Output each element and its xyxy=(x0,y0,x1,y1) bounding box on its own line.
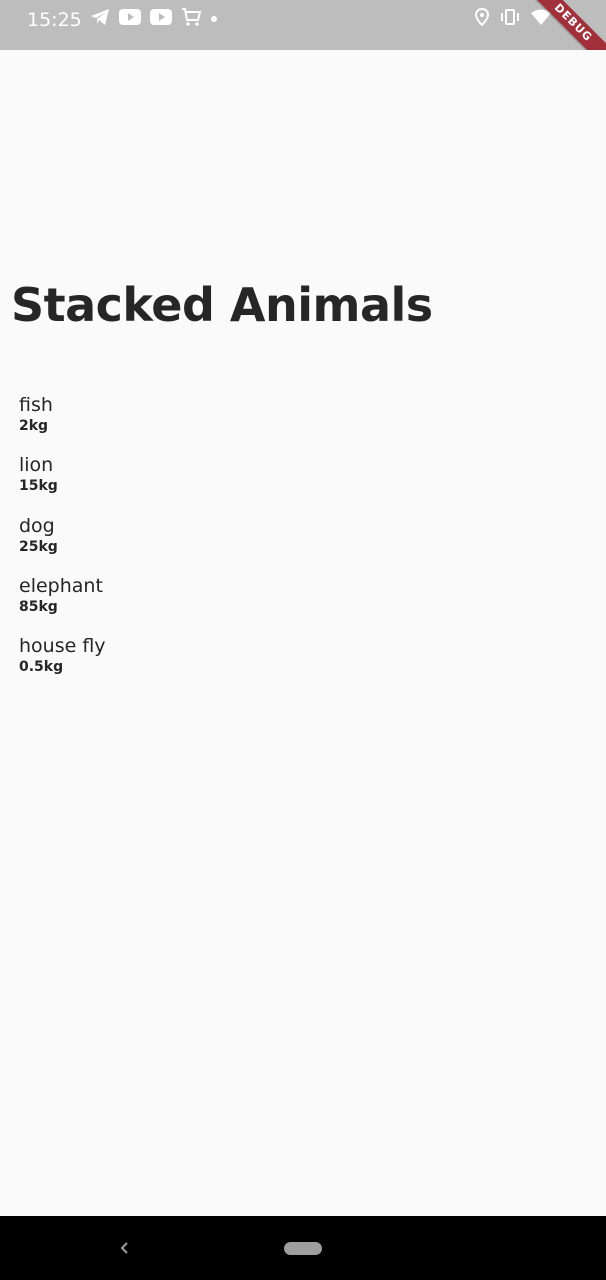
dot-icon xyxy=(210,10,218,28)
animal-name: house fly xyxy=(19,635,106,658)
animal-name: fish xyxy=(19,394,53,416)
animal-name: elephant xyxy=(19,574,103,597)
list-item: elephant 85kg xyxy=(19,574,106,634)
status-time: 15:25 xyxy=(27,9,82,31)
animal-name: lion xyxy=(19,454,54,477)
animal-weight: 2kg xyxy=(19,418,49,434)
animal-weight: 85kg xyxy=(19,598,58,615)
telegram-icon xyxy=(90,8,110,31)
list-item: house fly 0.5kg xyxy=(19,634,106,694)
notification-icons xyxy=(90,7,218,32)
list-item: lion 15kg xyxy=(19,453,106,513)
back-icon[interactable] xyxy=(114,1236,134,1260)
status-bar: 15:25 DEBUG xyxy=(0,0,606,50)
page-title: Stacked Animals xyxy=(11,278,433,332)
navigation-bar xyxy=(0,1216,606,1280)
youtube-icon xyxy=(150,8,172,30)
youtube-icon xyxy=(119,8,141,30)
location-icon xyxy=(474,7,490,31)
vibrate-icon xyxy=(500,8,520,30)
animal-weight: 25kg xyxy=(19,538,58,555)
shopping-cart-icon xyxy=(181,7,202,32)
home-pill-icon[interactable] xyxy=(284,1242,322,1255)
list-item: fish 2kg xyxy=(19,393,106,453)
animal-name: dog xyxy=(19,514,55,537)
list-item: dog 25kg xyxy=(19,514,106,574)
animal-list: fish 2kg lion 15kg dog 25kg elephant 85k… xyxy=(19,393,106,694)
animal-weight: 15kg xyxy=(19,478,58,495)
animal-weight: 0.5kg xyxy=(19,659,64,676)
